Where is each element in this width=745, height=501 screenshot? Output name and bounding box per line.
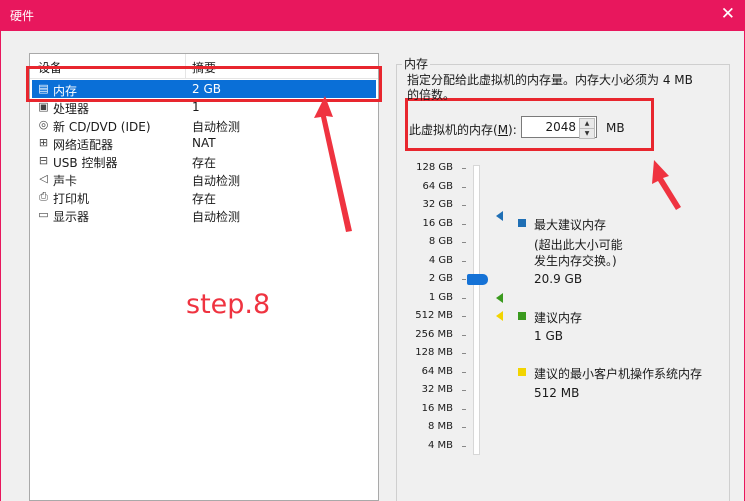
annotation-arrows xyxy=(314,96,681,232)
arrow-to-memory-row xyxy=(314,96,352,232)
arrow-to-memory-field xyxy=(652,160,681,210)
